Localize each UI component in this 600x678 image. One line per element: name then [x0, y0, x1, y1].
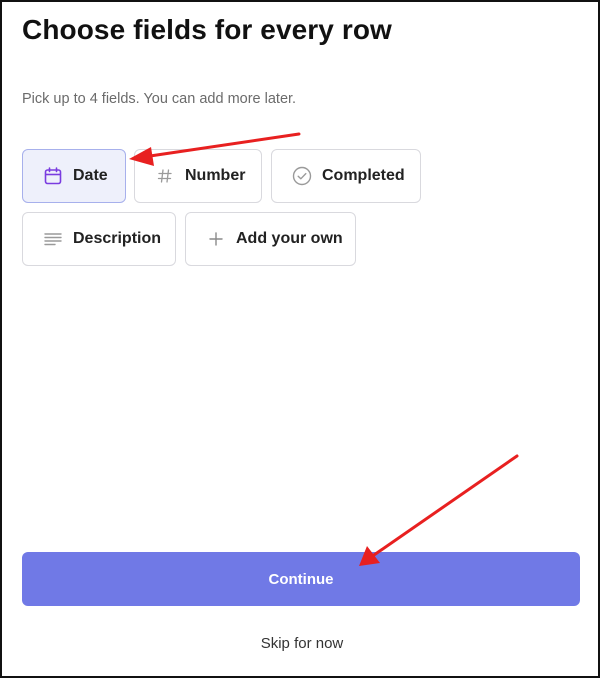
field-chip-label: Add your own	[236, 230, 343, 247]
field-chip-label: Date	[73, 167, 108, 184]
add-your-own-field-button[interactable]: Add your own	[185, 212, 356, 266]
field-chip-label: Description	[73, 230, 162, 247]
page-subtitle: Pick up to 4 fields. You can add more la…	[22, 91, 297, 107]
field-chip-number[interactable]: Number	[134, 149, 262, 203]
skip-for-now-link[interactable]: Skip for now	[2, 635, 600, 652]
check-circle-icon	[292, 166, 312, 186]
continue-button[interactable]: Continue	[22, 552, 580, 606]
text-lines-icon	[43, 229, 63, 249]
page-title: Choose fields for every row	[22, 14, 392, 45]
plus-icon	[206, 229, 226, 249]
field-chip-description[interactable]: Description	[22, 212, 176, 266]
field-chip-label: Number	[185, 167, 246, 184]
calendar-icon	[43, 166, 63, 186]
onboarding-panel: Choose fields for every row Pick up to 4…	[0, 0, 600, 678]
hash-icon	[155, 166, 175, 186]
field-chip-completed[interactable]: Completed	[271, 149, 421, 203]
field-chip-date[interactable]: Date	[22, 149, 126, 203]
field-chip-label: Completed	[322, 167, 405, 184]
